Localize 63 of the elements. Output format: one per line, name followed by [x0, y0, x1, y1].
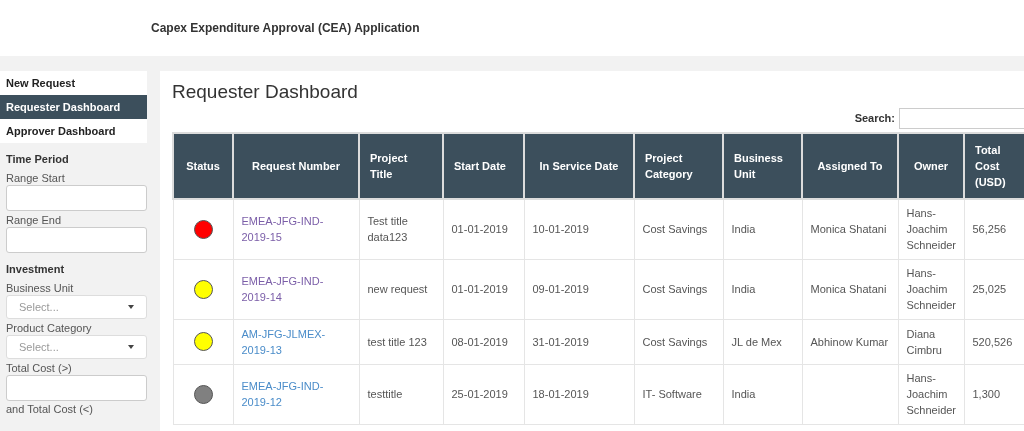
table-cell: Hans-Joachim Schneider: [906, 372, 957, 416]
column-header: Owner: [898, 133, 964, 199]
column-header: Status: [173, 133, 233, 199]
table-cell: 01-01-2019: [451, 283, 508, 295]
table-cell: new request: [367, 283, 428, 295]
search-label: Search:: [854, 111, 895, 127]
table-cell: 25,025: [972, 283, 1007, 295]
select-dropdown[interactable]: Select...: [6, 295, 147, 319]
column-header: Project Category: [634, 133, 723, 199]
table-cell: Cost Savings: [642, 283, 708, 295]
column-header: In Service Date: [524, 133, 634, 199]
nav-link[interactable]: Requester Dashboard: [0, 95, 147, 119]
table-cell: Monica Shatani: [810, 223, 887, 236]
table-cell: 18-01-2019: [532, 388, 589, 400]
table-cell: India: [731, 283, 756, 295]
nav-link[interactable]: New Request: [0, 71, 147, 95]
table-cell: test title 123: [367, 335, 427, 348]
table-cell: 01-01-2019: [451, 223, 508, 236]
table-cell: Monica Shatani: [810, 283, 887, 295]
filter-label: Product Category: [6, 321, 93, 335]
column-header: Request Number: [233, 133, 359, 199]
table-cell: IT- Software: [642, 388, 702, 400]
column-header: Assigned To: [802, 133, 898, 199]
filter-heading: Investment: [6, 262, 66, 276]
input-field[interactable]: [6, 375, 147, 401]
filter-label: and Total Cost (<): [6, 403, 94, 415]
search-field[interactable]: [899, 108, 1024, 129]
table-cell: Abhinow Kumar: [810, 335, 889, 348]
caret-icon: [128, 345, 134, 349]
table-cell: India: [731, 223, 756, 236]
table-cell: 56,256: [972, 223, 1007, 236]
table-cell: 09-01-2019: [532, 283, 589, 295]
table-cell: 25-01-2019: [451, 388, 508, 400]
table-cell: Cost Savings: [642, 223, 708, 236]
table-cell: 10-01-2019: [532, 223, 589, 236]
app-title: Capex Expenditure Approval (CEA) Application: [151, 21, 420, 35]
page-title: Requester Dashboard: [172, 81, 359, 103]
table-cell: Hans-Joachim Schneider: [906, 207, 957, 252]
filter-label: Business Unit: [6, 281, 75, 295]
filter-heading: Time Period: [6, 152, 70, 166]
table-cell: India: [731, 388, 756, 400]
input-field[interactable]: [6, 227, 147, 253]
select-dropdown[interactable]: Select...: [6, 335, 147, 359]
table-cell: 1,300: [972, 388, 1001, 400]
table-cell: 08-01-2019: [451, 335, 508, 348]
input-field[interactable]: [6, 185, 147, 211]
table-cell: testtitle: [367, 388, 403, 400]
filter-label: Range End: [6, 213, 63, 227]
table-cell: Diana Cimbru: [906, 327, 942, 356]
column-header: Business Unit: [723, 133, 802, 199]
filter-label: Total Cost (>): [6, 361, 73, 375]
table-cell: Test title data123: [367, 215, 408, 244]
column-header: Total Cost (USD): [964, 133, 1024, 199]
filter-label: Range Start: [6, 171, 66, 185]
table-cell: JL de Mex: [731, 335, 782, 348]
column-header: Project Title: [359, 133, 443, 199]
table-cell: 31-01-2019: [532, 335, 589, 348]
table-cell: Cost Savings: [642, 335, 708, 348]
column-header: Start Date: [443, 133, 524, 199]
nav-link[interactable]: Approver Dashboard: [0, 119, 147, 143]
table-cell: 520,526: [972, 335, 1013, 348]
table-cell: Hans-Joachim Schneider: [906, 267, 957, 311]
caret-icon: [128, 305, 134, 309]
